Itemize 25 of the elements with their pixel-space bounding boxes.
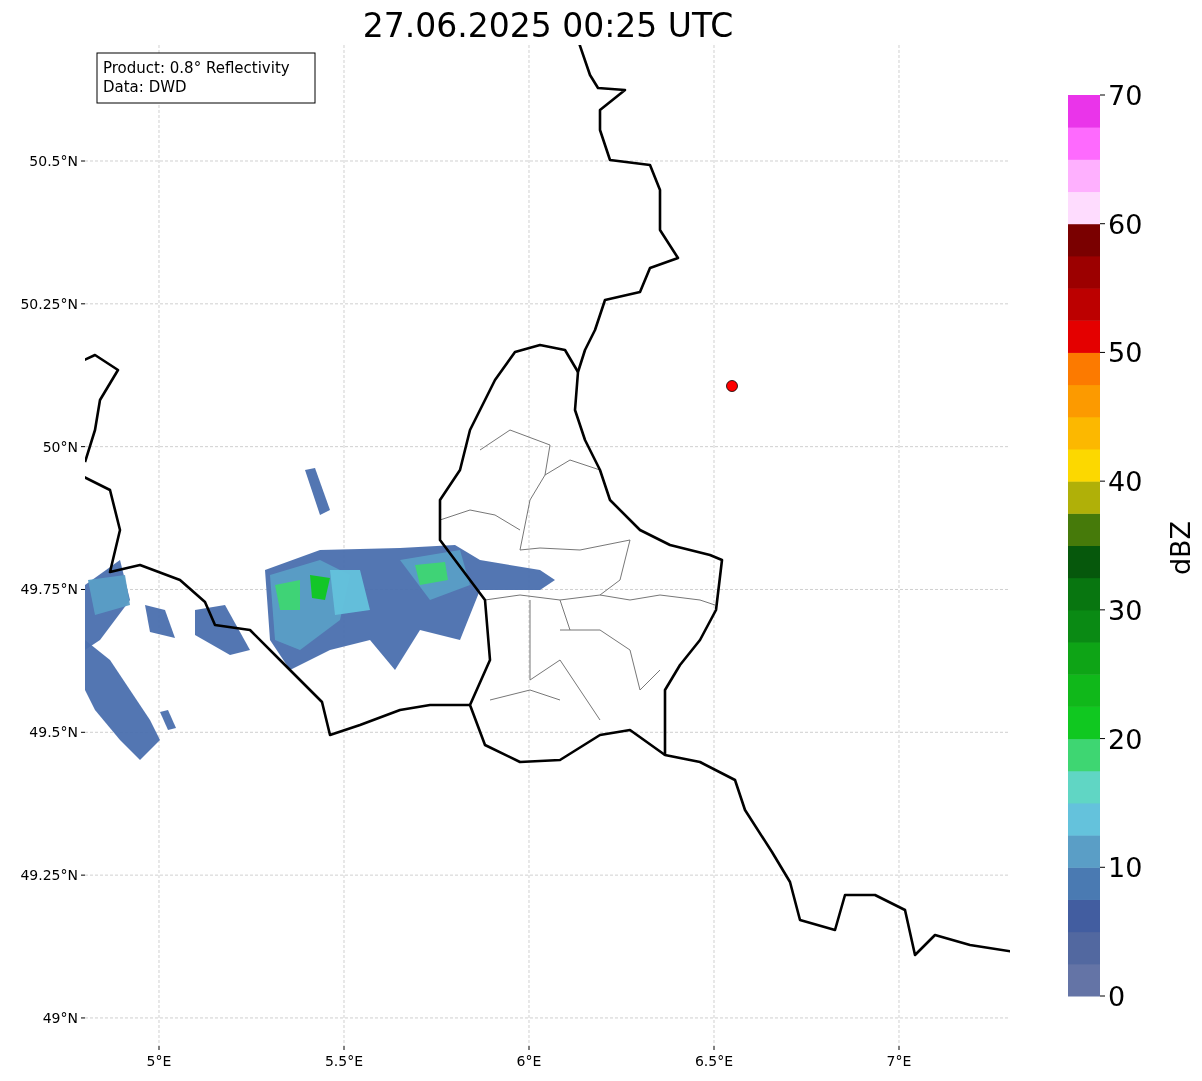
longitude-label: 5.5°E (324, 1053, 364, 1069)
chart-title: 27.06.2025 00:25 UTC (362, 6, 734, 45)
latitude-label: 49.75°N (20, 581, 78, 598)
colorbar-tick-label: 0 (1108, 981, 1126, 1012)
latitude-label: 50°N (42, 438, 78, 455)
longitude-label: 6.5°E (694, 1053, 734, 1069)
info-text: Data: DWD (103, 78, 187, 96)
colorbar-tick-label: 20 (1108, 723, 1143, 755)
latitude-label: 50.5°N (29, 153, 78, 169)
radar-site-marker (726, 380, 738, 392)
colorbar-tick-label: 60 (1108, 208, 1143, 240)
longitude-label: 7°E (886, 1053, 912, 1069)
colorbar-tick-label: 40 (1108, 466, 1143, 498)
colorbar-tick-label: 70 (1108, 80, 1143, 111)
longitude-label: 5°E (146, 1053, 172, 1069)
latitude-label: 49.5°N (29, 724, 78, 741)
latitude-label: 49.25°N (20, 867, 78, 884)
colorbar-tick-label: 50 (1108, 337, 1143, 369)
colorbar-tick-label: 30 (1108, 594, 1143, 626)
latitude-label: 50.25°N (20, 295, 78, 312)
colorbar-label: dBZ (1165, 520, 1196, 576)
info-text: Product: 0.8° Reflectivity (103, 59, 290, 77)
longitude-label: 6°E (516, 1053, 542, 1069)
latitude-label: 49°N (42, 1009, 78, 1026)
colorbar-tick-label: 10 (1108, 852, 1143, 884)
